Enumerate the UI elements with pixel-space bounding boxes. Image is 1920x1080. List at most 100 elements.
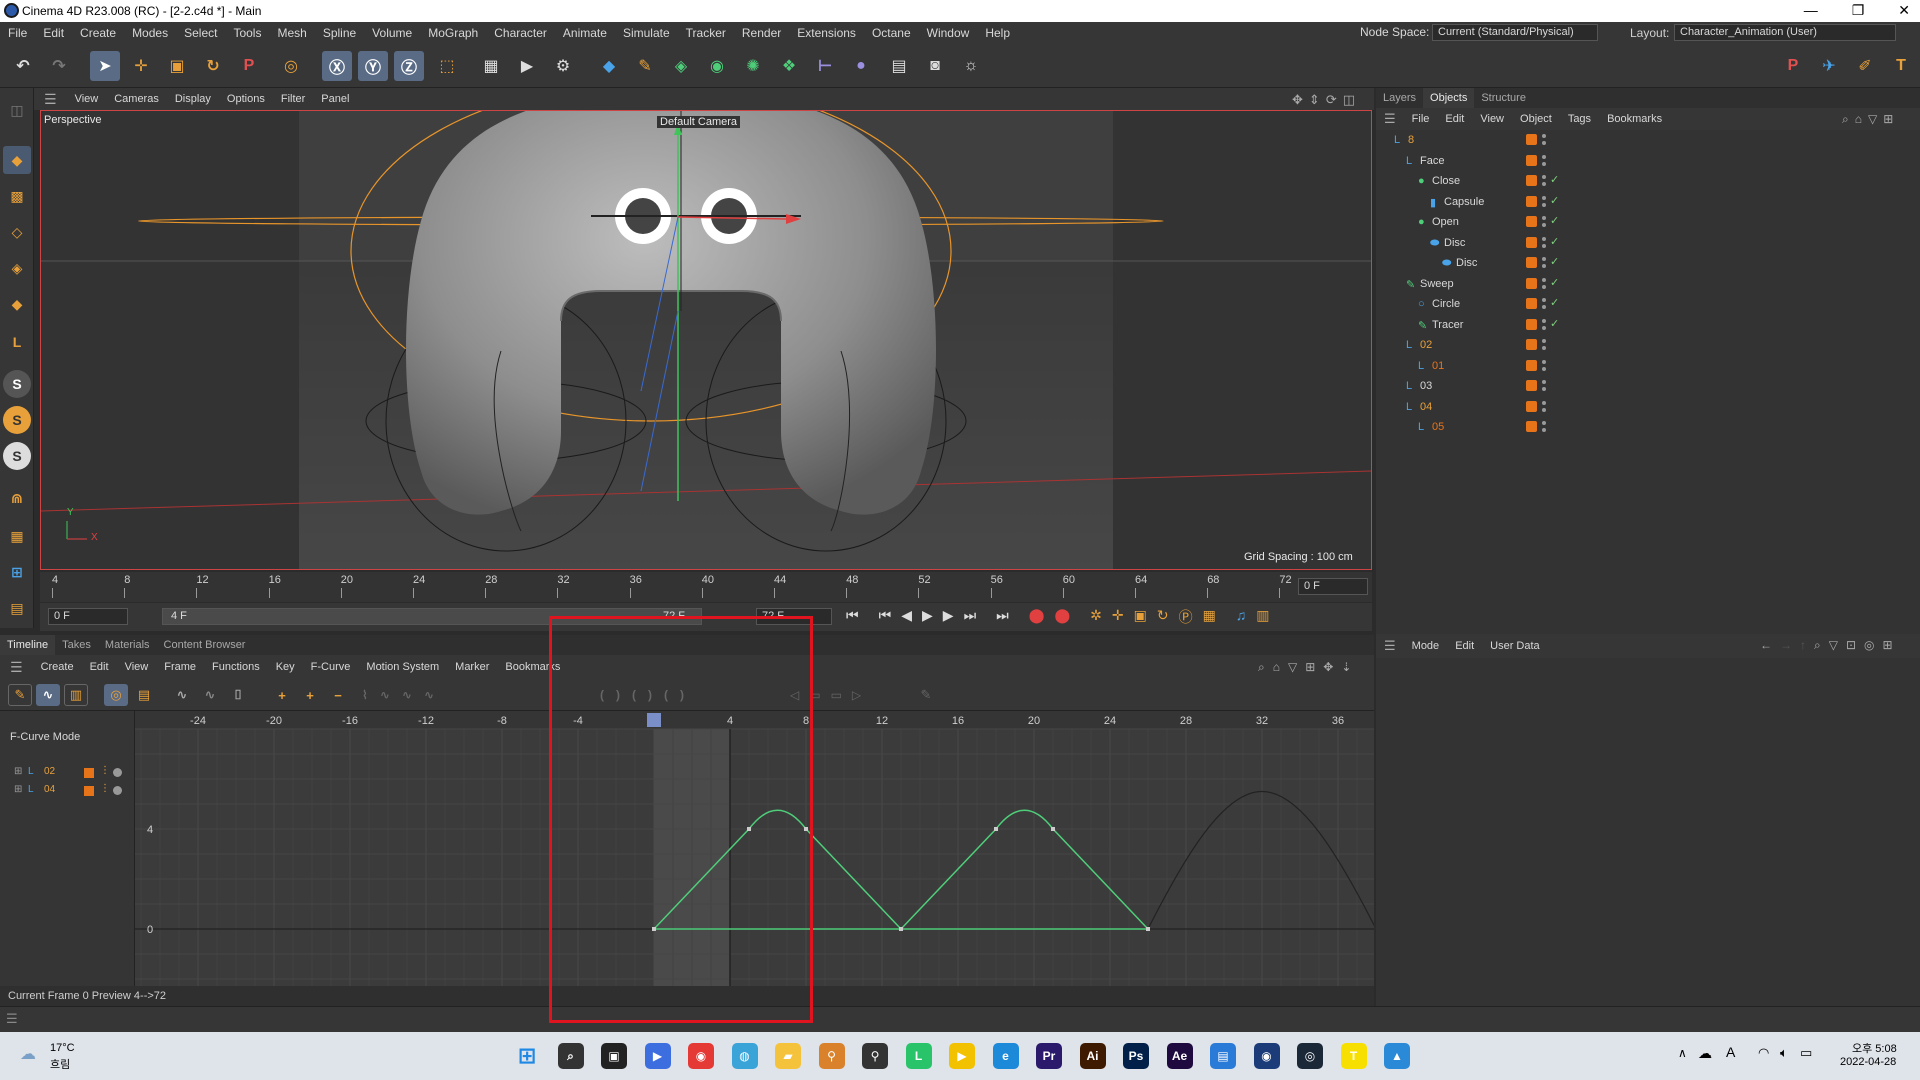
menu-select[interactable]: Select bbox=[176, 26, 225, 40]
object-row[interactable]: L 02 bbox=[1376, 335, 1920, 355]
close-button[interactable]: ✕ bbox=[1898, 2, 1910, 19]
timeline-new-icon[interactable]: ⊞ bbox=[1305, 660, 1315, 675]
objects-menu-tags[interactable]: Tags bbox=[1560, 113, 1599, 125]
loop-button[interactable]: ◎ bbox=[104, 684, 128, 706]
tab-takes[interactable]: Takes bbox=[55, 639, 98, 651]
dolly-view-icon[interactable]: ⇕ bbox=[1309, 92, 1320, 108]
coordinate-system-button[interactable]: ⬚ bbox=[432, 51, 462, 81]
y-axis-button[interactable]: Ⓨ bbox=[358, 51, 388, 81]
objects-hamburger-icon[interactable]: ☰ bbox=[1384, 111, 1396, 127]
menu-simulate[interactable]: Simulate bbox=[615, 26, 678, 40]
orbit-view-icon[interactable]: ⟳ bbox=[1326, 92, 1337, 108]
layout-dropdown[interactable]: Character_Animation (User) bbox=[1674, 24, 1896, 41]
scale-tool-button[interactable]: ▣ bbox=[162, 51, 192, 81]
visibility-dots-icon[interactable] bbox=[1542, 154, 1546, 168]
timeline-menu-edit[interactable]: Edit bbox=[82, 661, 117, 673]
dopesheet-button[interactable]: ✎ bbox=[8, 684, 32, 706]
timeline-home-icon[interactable]: ⌂ bbox=[1273, 660, 1280, 675]
previous-frame-icon[interactable]: ◀ bbox=[901, 607, 912, 627]
start-frame-field[interactable]: 0 F bbox=[48, 608, 128, 625]
ime-indicator[interactable]: A bbox=[1726, 1044, 1735, 1060]
deformer-button[interactable]: ⊢ bbox=[810, 51, 840, 81]
grid-button[interactable]: ▦ bbox=[3, 522, 31, 550]
motion-mode-button[interactable]: ▥ bbox=[64, 684, 88, 706]
points-mode-button[interactable]: ◇ bbox=[3, 218, 31, 246]
tab-timeline[interactable]: Timeline bbox=[0, 635, 56, 655]
menu-octane[interactable]: Octane bbox=[864, 26, 919, 40]
timeline-ruler[interactable]: 4 8 12 16 20 24 28 32 36 40 44 48 52 56 60 64 68 72 bbox=[40, 572, 1372, 602]
expand-icon[interactable]: ⊞ bbox=[14, 766, 22, 777]
workplane-button[interactable]: L bbox=[3, 328, 31, 356]
fcurve-graph[interactable]: -24-20-16-12-8-40481216202428323640 bbox=[135, 711, 1374, 986]
visibility-dots-icon[interactable] bbox=[1542, 215, 1546, 229]
floor-button[interactable]: ▤ bbox=[884, 51, 914, 81]
object-row[interactable]: ⬬ Disc ✓ bbox=[1376, 233, 1920, 253]
task-view-icon[interactable]: ▣ bbox=[601, 1043, 627, 1069]
scale-key-icon[interactable]: ▣ bbox=[1134, 607, 1147, 627]
texture-mode-button[interactable]: ▩ bbox=[3, 182, 31, 210]
maximize-button[interactable]: ❐ bbox=[1852, 2, 1865, 19]
cloner-button[interactable]: ❖ bbox=[774, 51, 804, 81]
visibility-dots-icon[interactable] bbox=[1542, 318, 1546, 332]
go-to-end-icon[interactable]: ⏭ bbox=[996, 607, 1009, 627]
timeline-menu-functions[interactable]: Functions bbox=[204, 661, 268, 673]
visibility-dots-icon[interactable] bbox=[1542, 174, 1546, 188]
bottom-menu-icon[interactable]: ☰ bbox=[6, 1011, 18, 1027]
x-axis-button[interactable]: Ⓧ bbox=[322, 51, 352, 81]
timeline-hamburger-icon[interactable]: ☰ bbox=[0, 659, 33, 676]
track-row[interactable]: ⊞ L 02 ⋮ bbox=[0, 765, 135, 781]
visibility-dots-icon[interactable] bbox=[1542, 297, 1546, 311]
viewport-menu-panel[interactable]: Panel bbox=[313, 93, 357, 105]
lock-workplane-button[interactable]: ⊞ bbox=[3, 558, 31, 586]
timeline-menu-bookmarks[interactable]: Bookmarks bbox=[497, 661, 568, 673]
sound-icon[interactable]: ♫ bbox=[1236, 607, 1247, 627]
psr-reset-button[interactable]: P bbox=[1778, 51, 1808, 81]
menu-modes[interactable]: Modes bbox=[124, 26, 176, 40]
visibility-dots-icon[interactable] bbox=[1542, 379, 1546, 393]
play-icon[interactable]: ▶ bbox=[922, 607, 933, 627]
position-key-icon[interactable]: ✛ bbox=[1112, 607, 1124, 627]
enabled-check-icon[interactable]: ✓ bbox=[1550, 194, 1559, 207]
magnet-button[interactable]: ⋒ bbox=[3, 484, 31, 512]
model-mode-button[interactable]: ◫ bbox=[3, 96, 31, 124]
keyframe-selection-icon[interactable]: ✲ bbox=[1090, 607, 1102, 627]
track-solo-icon[interactable] bbox=[113, 786, 122, 795]
viewport-menu-cameras[interactable]: Cameras bbox=[106, 93, 167, 105]
objects-menu-object[interactable]: Object bbox=[1512, 113, 1560, 125]
pan-view-icon[interactable]: ✥ bbox=[1292, 92, 1303, 108]
menu-mesh[interactable]: Mesh bbox=[269, 26, 314, 40]
track-lock-icon[interactable]: ⋮ bbox=[100, 765, 110, 776]
add-multiple-keys-button[interactable]: + bbox=[298, 684, 322, 706]
objects-menu-bookmarks[interactable]: Bookmarks bbox=[1599, 113, 1670, 125]
menu-create[interactable]: Create bbox=[72, 26, 124, 40]
timeline-menu-frame[interactable]: Frame bbox=[156, 661, 204, 673]
floor-snap-button[interactable]: ▤ bbox=[3, 594, 31, 622]
zero-length-button[interactable]: ✎ bbox=[914, 684, 938, 706]
snap-settings-button[interactable]: S bbox=[3, 406, 31, 434]
enabled-check-icon[interactable]: ✓ bbox=[1550, 276, 1559, 289]
enabled-check-icon[interactable]: ✓ bbox=[1550, 173, 1559, 186]
visibility-dots-icon[interactable] bbox=[1542, 236, 1546, 250]
timeline-menu-marker[interactable]: Marker bbox=[447, 661, 497, 673]
object-row[interactable]: L 05 bbox=[1376, 417, 1920, 437]
timeline-pin-icon[interactable]: ⇣ bbox=[1341, 660, 1351, 675]
psr-button[interactable]: P bbox=[234, 51, 264, 81]
menu-animate[interactable]: Animate bbox=[555, 26, 615, 40]
visibility-dots-icon[interactable] bbox=[1542, 256, 1546, 270]
subdivision-button[interactable]: ◈ bbox=[666, 51, 696, 81]
visibility-dots-icon[interactable] bbox=[1542, 277, 1546, 291]
tab-content-browser[interactable]: Content Browser bbox=[157, 639, 253, 651]
curve-tool-button[interactable]: ∿ bbox=[170, 684, 194, 706]
end-frame-field[interactable]: 72 F bbox=[756, 608, 832, 625]
explorer-icon[interactable]: ▰ bbox=[775, 1043, 801, 1069]
wifi-icon[interactable]: ◠ bbox=[1758, 1045, 1769, 1061]
field-button[interactable]: ● bbox=[846, 51, 876, 81]
track-lock-icon[interactable]: ⋮ bbox=[100, 783, 110, 794]
solo-button[interactable]: S bbox=[3, 442, 31, 470]
menu-tools[interactable]: Tools bbox=[225, 26, 269, 40]
track-row[interactable]: ⊞ L 04 ⋮ bbox=[0, 783, 135, 799]
undo-button[interactable]: ↶ bbox=[8, 51, 38, 81]
z-axis-button[interactable]: Ⓩ bbox=[394, 51, 424, 81]
add-key-button[interactable]: + bbox=[270, 684, 294, 706]
hamburger-icon[interactable]: ☰ bbox=[34, 91, 67, 108]
